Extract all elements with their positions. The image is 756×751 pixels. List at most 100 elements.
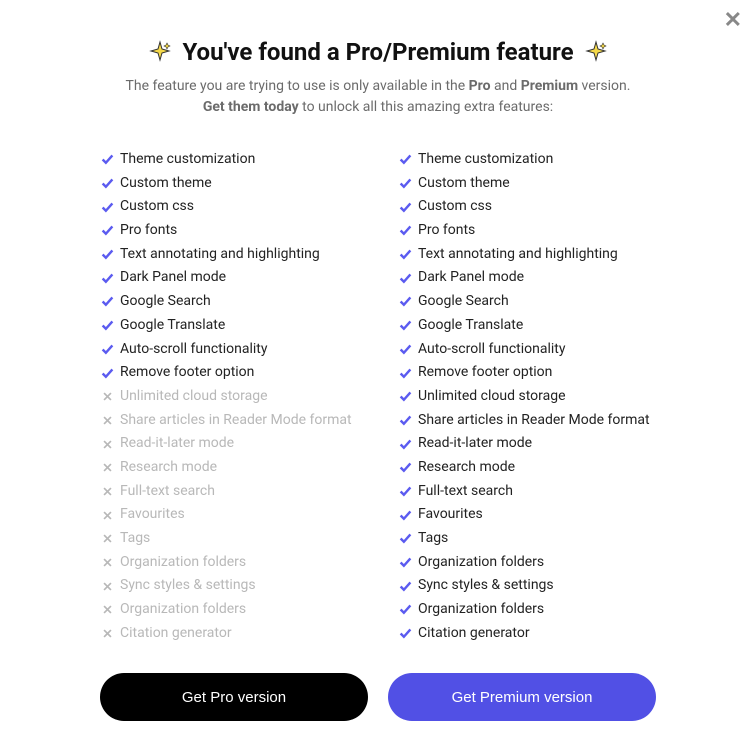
- check-icon: [100, 200, 114, 214]
- check-icon: [398, 177, 412, 191]
- feature-row: Google Search: [398, 290, 656, 314]
- check-icon: [100, 177, 114, 191]
- check-icon: [398, 224, 412, 238]
- feature-label: Pro fonts: [418, 220, 475, 242]
- close-button[interactable]: ✕: [724, 10, 742, 32]
- check-icon: [398, 579, 412, 593]
- feature-label: Read-it-later mode: [418, 433, 532, 455]
- feature-label: Auto-scroll functionality: [418, 339, 565, 361]
- feature-label: Research mode: [418, 457, 515, 479]
- feature-label: Read-it-later mode: [120, 433, 234, 455]
- x-icon: [100, 413, 114, 427]
- subtitle-text: to unlock all this amazing extra feature…: [299, 99, 554, 115]
- feature-label: Unlimited cloud storage: [120, 386, 268, 408]
- subtitle-premium: Premium: [521, 78, 578, 94]
- check-icon: [398, 153, 412, 167]
- feature-row: Organization folders: [398, 598, 656, 622]
- check-icon: [100, 224, 114, 238]
- pro-feature-column: Theme customizationCustom themeCustom cs…: [100, 148, 358, 645]
- feature-row: Read-it-later mode: [398, 432, 656, 456]
- feature-row: Citation generator: [100, 622, 358, 646]
- check-icon: [398, 461, 412, 475]
- check-icon: [100, 342, 114, 356]
- sparkle-icon: [148, 40, 172, 64]
- feature-label: Custom theme: [418, 173, 510, 195]
- get-pro-button[interactable]: Get Pro version: [100, 673, 368, 721]
- feature-row: Text annotating and highlighting: [398, 243, 656, 267]
- feature-row: Research mode: [100, 456, 358, 480]
- feature-label: Sync styles & settings: [120, 575, 256, 597]
- feature-row: Custom css: [398, 195, 656, 219]
- feature-row: Citation generator: [398, 622, 656, 646]
- feature-label: Custom css: [120, 196, 194, 218]
- check-icon: [398, 342, 412, 356]
- check-icon: [398, 556, 412, 570]
- feature-label: Dark Panel mode: [418, 267, 524, 289]
- subtitle-cta: Get them today: [203, 99, 299, 115]
- check-icon: [100, 319, 114, 333]
- get-premium-button[interactable]: Get Premium version: [388, 673, 656, 721]
- title-row: You've found a Pro/Premium feature: [60, 38, 696, 66]
- feature-row: Google Translate: [100, 314, 358, 338]
- feature-row: Share articles in Reader Mode format: [398, 409, 656, 433]
- modal-subtitle: The feature you are trying to use is onl…: [60, 76, 696, 118]
- feature-label: Google Translate: [418, 315, 523, 337]
- feature-label: Custom css: [418, 196, 492, 218]
- feature-label: Organization folders: [418, 599, 544, 621]
- x-icon: [100, 603, 114, 617]
- check-icon: [398, 248, 412, 262]
- feature-label: Share articles in Reader Mode format: [120, 410, 352, 432]
- check-icon: [398, 295, 412, 309]
- check-icon: [398, 484, 412, 498]
- feature-label: Text annotating and highlighting: [418, 244, 618, 266]
- feature-label: Theme customization: [418, 149, 553, 171]
- check-icon: [398, 413, 412, 427]
- feature-row: Unlimited cloud storage: [100, 385, 358, 409]
- feature-row: Tags: [100, 527, 358, 551]
- subtitle-text: version.: [578, 78, 630, 94]
- feature-label: Organization folders: [418, 552, 544, 574]
- feature-row: Dark Panel mode: [100, 266, 358, 290]
- feature-row: Remove footer option: [100, 361, 358, 385]
- x-icon: [100, 390, 114, 404]
- sparkle-icon: [584, 40, 608, 64]
- check-icon: [100, 153, 114, 167]
- check-icon: [398, 319, 412, 333]
- x-icon: [100, 532, 114, 546]
- feature-label: Research mode: [120, 457, 217, 479]
- check-icon: [398, 627, 412, 641]
- feature-label: Auto-scroll functionality: [120, 339, 267, 361]
- feature-label: Citation generator: [418, 623, 530, 645]
- feature-label: Favourites: [120, 504, 185, 526]
- feature-row: Share articles in Reader Mode format: [100, 409, 358, 433]
- feature-row: Unlimited cloud storage: [398, 385, 656, 409]
- feature-row: Google Translate: [398, 314, 656, 338]
- feature-row: Full-text search: [398, 480, 656, 504]
- x-icon: [100, 484, 114, 498]
- check-icon: [398, 271, 412, 285]
- button-row: Get Pro version Get Premium version: [60, 673, 696, 721]
- feature-row: Tags: [398, 527, 656, 551]
- feature-label: Citation generator: [120, 623, 232, 645]
- x-icon: [100, 579, 114, 593]
- feature-label: Full-text search: [418, 481, 513, 503]
- premium-feature-column: Theme customizationCustom themeCustom cs…: [398, 148, 656, 645]
- feature-label: Share articles in Reader Mode format: [418, 410, 650, 432]
- check-icon: [398, 200, 412, 214]
- feature-label: Tags: [120, 528, 150, 550]
- feature-row: Theme customization: [398, 148, 656, 172]
- feature-row: Read-it-later mode: [100, 432, 358, 456]
- feature-row: Organization folders: [100, 551, 358, 575]
- feature-row: Organization folders: [100, 598, 358, 622]
- check-icon: [100, 271, 114, 285]
- check-icon: [398, 508, 412, 522]
- feature-label: Dark Panel mode: [120, 267, 226, 289]
- check-icon: [398, 532, 412, 546]
- feature-label: Google Translate: [120, 315, 225, 337]
- feature-label: Sync styles & settings: [418, 575, 554, 597]
- subtitle-text: The feature you are trying to use is onl…: [126, 78, 469, 94]
- feature-label: Unlimited cloud storage: [418, 386, 566, 408]
- check-icon: [100, 366, 114, 380]
- feature-label: Google Search: [418, 291, 509, 313]
- check-icon: [100, 248, 114, 262]
